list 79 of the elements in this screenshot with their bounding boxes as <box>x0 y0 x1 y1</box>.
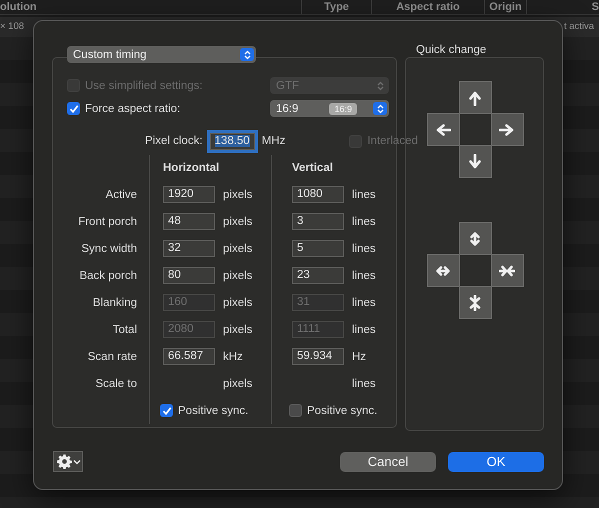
gear-icon <box>57 454 72 469</box>
quick-change-button[interactable] <box>426 254 460 287</box>
unit-label: pixels <box>223 188 254 200</box>
row-label: Total <box>112 324 137 336</box>
column-header[interactable]: S <box>527 0 599 14</box>
unit-label: pixels <box>223 242 254 254</box>
up-arrow-icon <box>467 90 483 106</box>
quick-change-button[interactable] <box>458 222 492 255</box>
checkbox-label: Interlaced <box>367 135 418 147</box>
value-field[interactable]: 32 <box>163 240 215 257</box>
vertical-shrink-icon <box>467 294 483 310</box>
checkbox[interactable] <box>289 404 302 417</box>
row-label: Front porch <box>77 216 137 228</box>
unit-label: lines <box>352 188 377 200</box>
quick-change-button[interactable] <box>490 113 524 146</box>
unit-label: lines <box>352 378 377 390</box>
unit-label: pixels <box>223 216 254 228</box>
section-title: Quick change <box>415 44 488 56</box>
unit-label: lines <box>352 270 377 282</box>
popup-button[interactable]: Custom timing <box>67 46 256 63</box>
checkbox-label: Positive sync. <box>178 404 248 416</box>
column-header[interactable]: Type <box>302 0 372 14</box>
ok-button[interactable]: OK <box>448 452 544 472</box>
quick-change-button[interactable] <box>458 145 492 178</box>
column-header[interactable]: Origin <box>485 0 527 14</box>
action-menu-button[interactable] <box>53 451 83 472</box>
horizontal-shrink-icon <box>499 262 515 278</box>
unit-label: MHz <box>262 135 286 147</box>
value-field[interactable]: 5 <box>292 240 344 257</box>
row-label: Blanking <box>92 296 137 308</box>
quick-change-button[interactable] <box>426 113 460 146</box>
checkbox[interactable] <box>67 102 80 115</box>
vertical-expand-icon <box>467 230 483 246</box>
unit-label: lines <box>352 324 377 336</box>
left-arrow-icon <box>435 122 451 138</box>
checkbox-label: Positive sync. <box>307 404 378 416</box>
unit-label: pixels <box>223 378 254 390</box>
value-field[interactable]: 66.587 <box>163 348 215 365</box>
value-field[interactable]: 1920 <box>163 186 215 203</box>
unit-label: lines <box>352 296 377 308</box>
checkbox-label: Force aspect ratio: <box>85 102 180 114</box>
row-label: Sync width <box>80 242 137 254</box>
unit-label: lines <box>352 216 377 228</box>
field-label: Pixel clock: <box>145 135 203 147</box>
table-cell: t activa <box>564 21 594 32</box>
value-field[interactable]: 59.934 <box>292 348 344 365</box>
popup-button[interactable]: 16:9 16:9 <box>270 100 389 117</box>
value-field[interactable]: 80 <box>163 267 215 284</box>
quick-change-button[interactable] <box>490 254 524 287</box>
row-label: Scale to <box>94 378 137 390</box>
ratio-badge: 16:9 <box>329 102 357 114</box>
column-header: Vertical <box>292 162 334 174</box>
column-header[interactable]: olution <box>0 0 302 14</box>
cancel-button[interactable]: Cancel <box>340 452 436 472</box>
stepper-icon <box>240 48 254 61</box>
unit-label: pixels <box>223 324 254 336</box>
value-field[interactable]: 1080 <box>292 186 344 203</box>
checkbox-label: Use simplified settings: <box>85 80 203 92</box>
unit-label: pixels <box>223 296 254 308</box>
quick-change-button[interactable] <box>458 81 492 114</box>
value-field[interactable]: 23 <box>292 267 344 284</box>
checkbox[interactable] <box>160 404 173 417</box>
value-field[interactable]: 48 <box>163 213 215 230</box>
unit-label: lines <box>352 242 377 254</box>
column-header[interactable]: Aspect ratio <box>372 0 485 14</box>
row-label: Scan rate <box>86 350 137 362</box>
chevron-down-icon <box>73 458 81 464</box>
row-label: Active <box>104 188 137 200</box>
table-cell: × 108 <box>0 21 24 32</box>
row-label: Back porch <box>78 270 137 282</box>
down-arrow-icon <box>467 154 483 170</box>
unit-label: kHz <box>223 350 244 362</box>
unit-label: Hz <box>352 350 368 362</box>
stepper-icon <box>373 102 387 115</box>
right-arrow-icon <box>499 122 515 138</box>
value-field[interactable]: 3 <box>292 213 344 230</box>
unit-label: pixels <box>223 270 254 282</box>
column-header: Horizontal <box>163 162 220 174</box>
quick-change-button[interactable] <box>458 286 492 319</box>
